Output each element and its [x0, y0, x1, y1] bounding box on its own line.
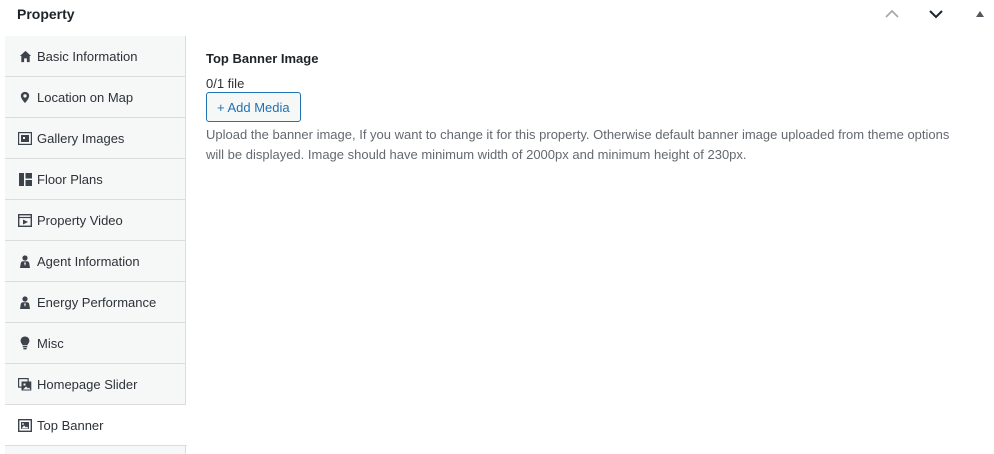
field-title: Top Banner Image — [206, 51, 319, 66]
businessman-icon — [18, 295, 32, 309]
tab-floor-plans[interactable]: Floor Plans — [5, 159, 186, 200]
move-down-button[interactable] — [925, 3, 947, 25]
tab-label: Gallery Images — [37, 130, 125, 146]
triangle-up-icon — [976, 11, 984, 17]
tab-agent-information[interactable]: Agent Information — [5, 241, 186, 282]
tab-label: Property Video — [37, 212, 123, 228]
lightbulb-icon — [18, 336, 32, 350]
tab-top-banner[interactable]: Top Banner — [5, 405, 187, 446]
field-description: Upload the banner image, If you want to … — [206, 127, 950, 162]
tab-location-on-map[interactable]: Location on Map — [5, 77, 186, 118]
metabox-header: Property — [0, 0, 994, 30]
metabox-title: Property — [17, 6, 75, 22]
tab-label: Energy Performance — [37, 294, 157, 310]
images-alt-icon — [18, 377, 32, 391]
chevron-up-icon — [885, 9, 899, 18]
file-count: 0/1 file — [206, 76, 245, 91]
home-icon — [18, 49, 32, 63]
chevron-down-icon — [929, 10, 943, 19]
gallery-icon — [18, 131, 32, 145]
tab-label: Location on Map — [37, 89, 134, 105]
tab-label: Misc — [37, 335, 64, 351]
tab-energy-performance[interactable]: Energy Performance — [5, 282, 186, 323]
tab-property-video[interactable]: Property Video — [5, 200, 186, 241]
tab-basic-information[interactable]: Basic Information — [5, 36, 186, 77]
layout-icon — [18, 172, 32, 186]
tab-homepage-slider[interactable]: Homepage Slider — [5, 364, 186, 405]
tab-gallery-images[interactable]: Gallery Images — [5, 118, 186, 159]
add-media-button[interactable]: + Add Media — [206, 92, 301, 122]
location-pin-icon — [18, 90, 32, 104]
toggle-panel-button[interactable] — [969, 3, 991, 25]
businessman-icon — [18, 254, 32, 268]
tab-label: Top Banner — [37, 417, 104, 433]
tab-label: Agent Information — [37, 253, 140, 269]
image-icon — [18, 418, 32, 432]
tab-misc[interactable]: Misc — [5, 323, 186, 364]
video-icon — [18, 213, 32, 227]
tab-label: Floor Plans — [37, 171, 103, 187]
tab-list: Basic Information Location on Map Galler… — [5, 36, 187, 454]
tab-label: Homepage Slider — [37, 376, 138, 392]
move-up-button[interactable] — [881, 3, 903, 25]
tab-label: Basic Information — [37, 48, 138, 64]
